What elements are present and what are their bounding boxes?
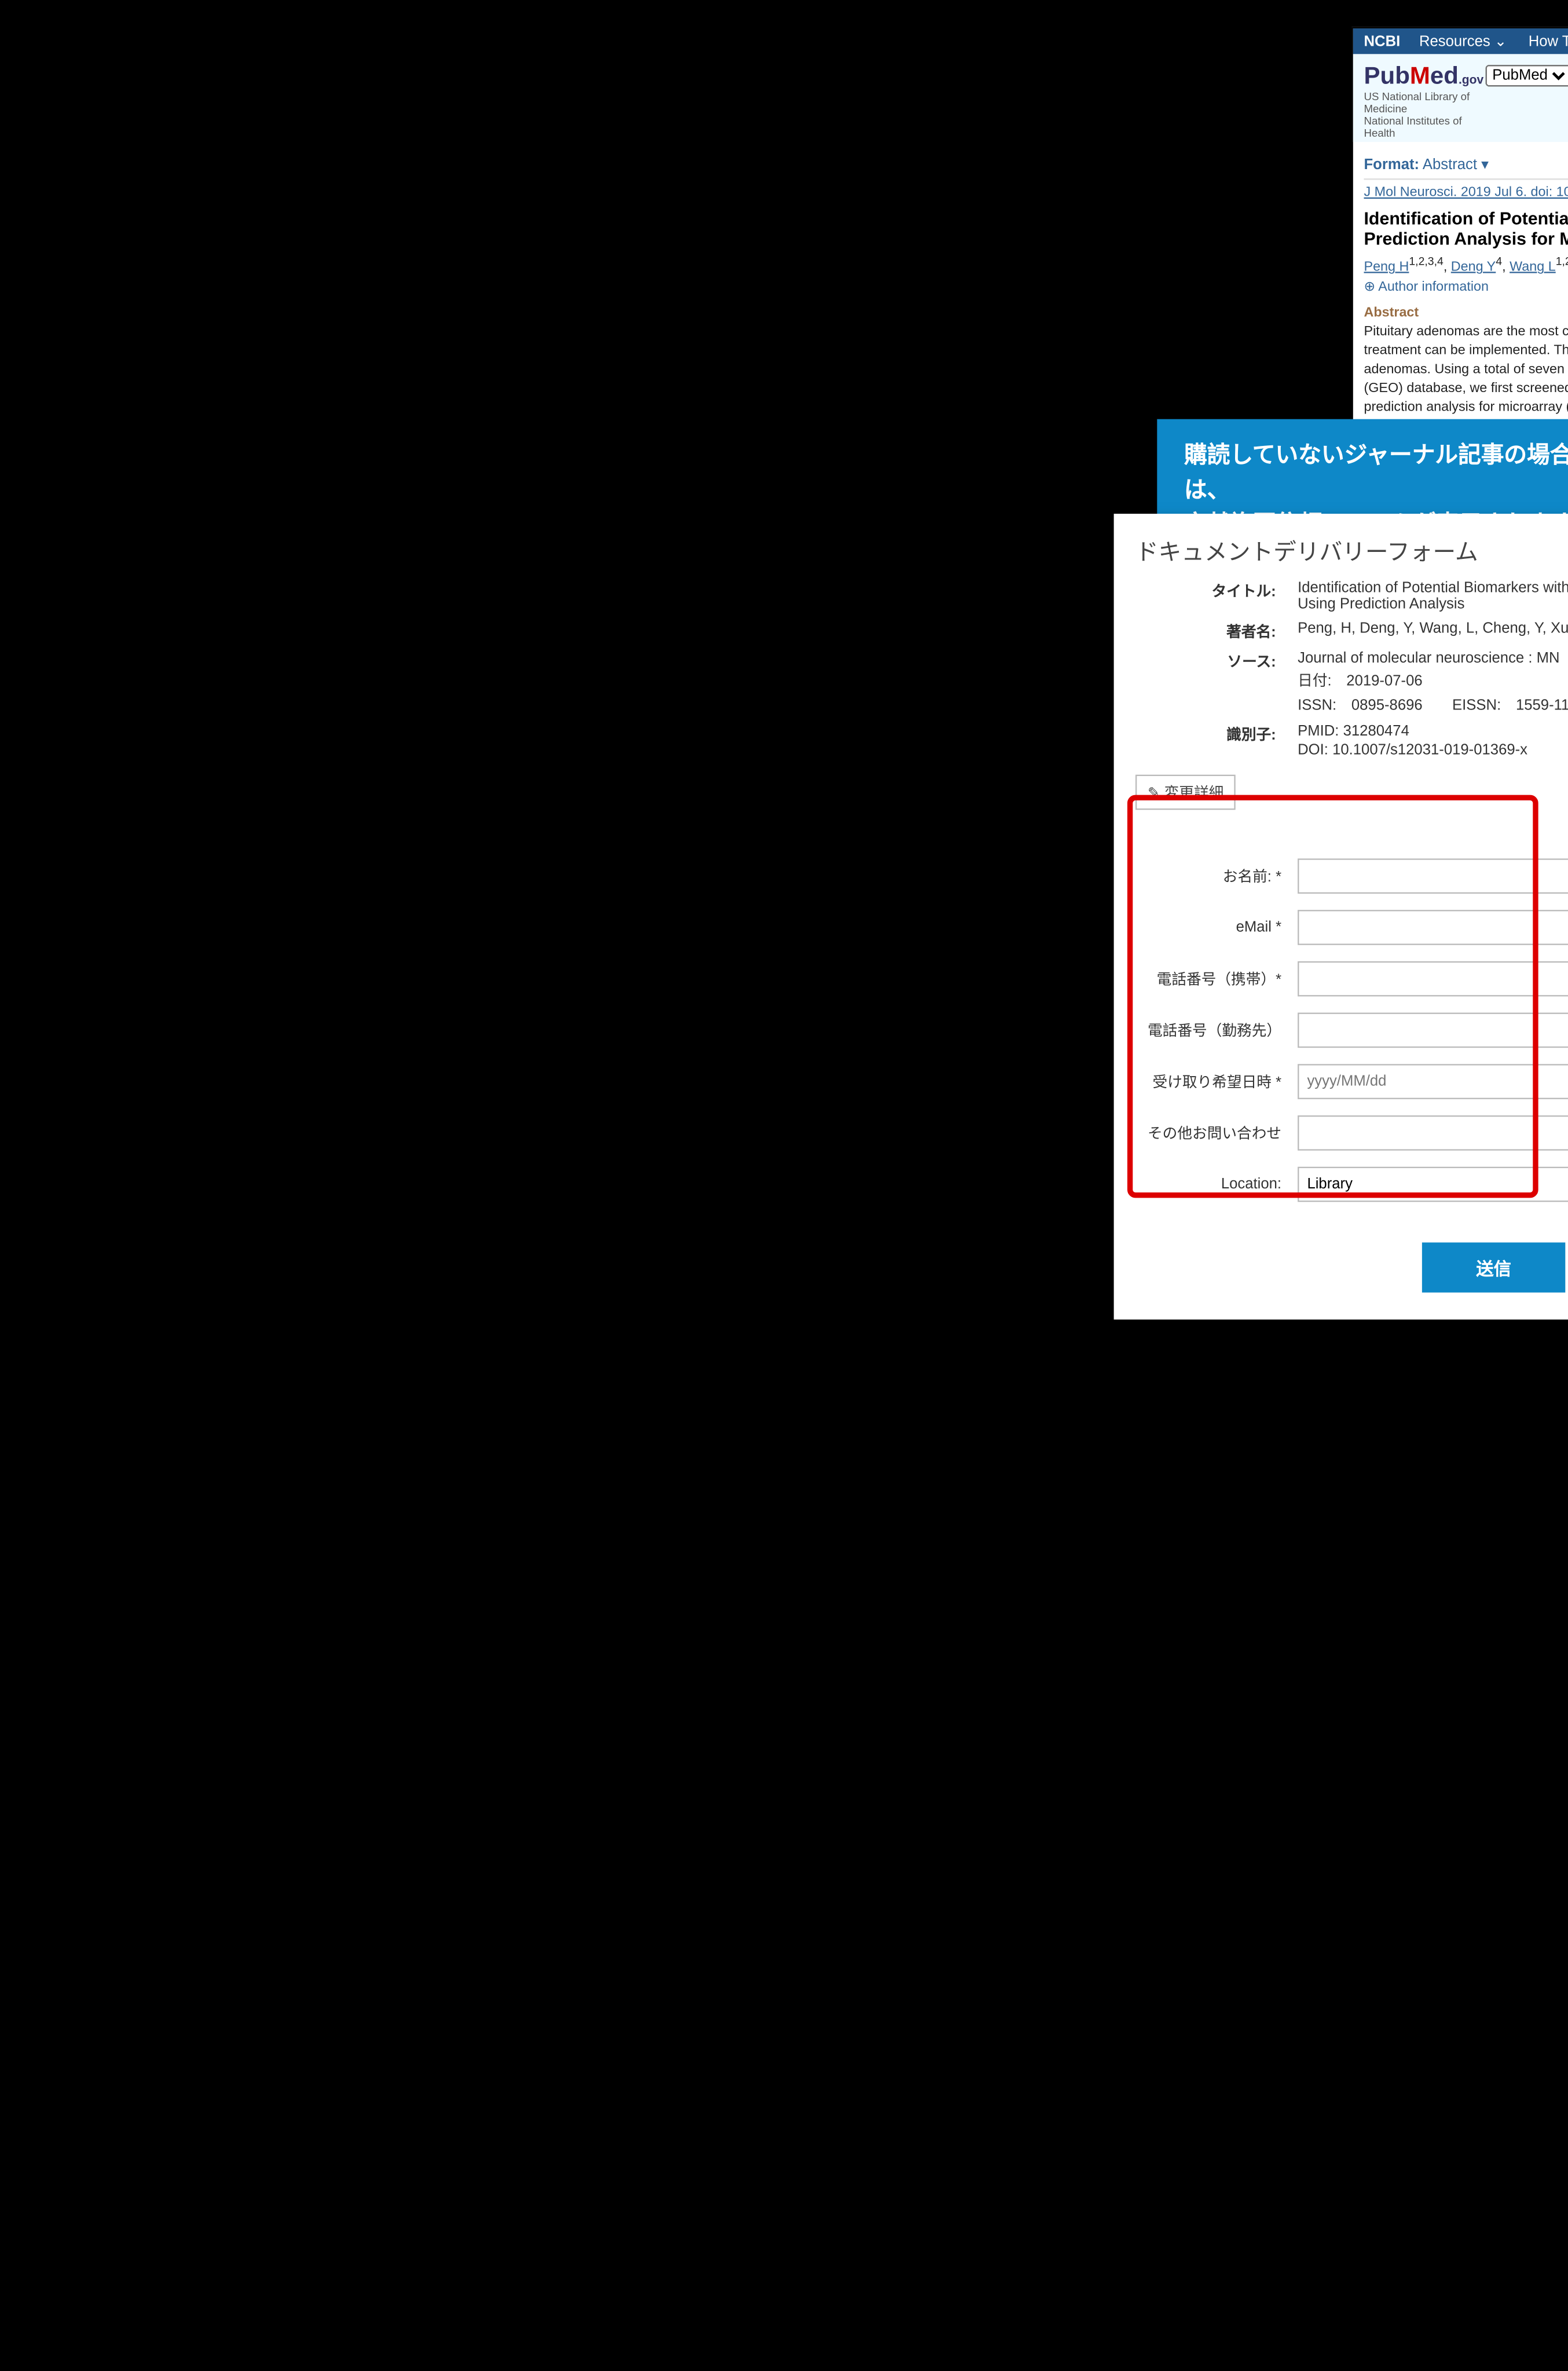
date-input[interactable]	[1298, 1064, 1568, 1099]
submit-button[interactable]: 送信	[1422, 1242, 1565, 1292]
name-input[interactable]	[1298, 858, 1568, 894]
pubmed-logo: PubMed.gov US National Library of Medici…	[1364, 62, 1485, 139]
format-select[interactable]: Abstract ▾	[1423, 157, 1489, 173]
phone-mobile-input[interactable]	[1298, 961, 1568, 997]
howto-menu[interactable]: How To ⌄	[1529, 32, 1568, 50]
article-title: Identification of Potential Biomarkers w…	[1364, 208, 1568, 249]
change-details-button[interactable]: ✎ 変更詳細	[1135, 775, 1236, 810]
form-heading: ドキュメントデリバリーフォーム	[1135, 533, 1568, 566]
resources-menu[interactable]: Resources ⌄	[1419, 32, 1507, 50]
ncbi-logo: NCBI	[1364, 33, 1400, 49]
db-select[interactable]: PubMed	[1486, 65, 1568, 86]
author-info-toggle[interactable]: ⊕ Author information	[1364, 280, 1568, 295]
location-input[interactable]	[1298, 1167, 1568, 1202]
citation: J Mol Neurosci. 2019 Jul 6. doi: 10.1007…	[1364, 185, 1568, 200]
phone-work-input[interactable]	[1298, 1013, 1568, 1048]
abstract-heading: Abstract	[1364, 306, 1568, 321]
other-input[interactable]	[1298, 1115, 1568, 1151]
email-input[interactable]	[1298, 910, 1568, 945]
delivery-form-empty: ドキュメントデリバリーフォーム タイトル:Identification of P…	[1114, 514, 1568, 1319]
format-label: Format:	[1364, 157, 1419, 173]
pubmed-topbar: NCBI Resources ⌄ How To ⌄ Sign in to NCB…	[1353, 28, 1568, 54]
authors: Peng H1,2,3,4, Deng Y4, Wang L1,2,3, Che…	[1364, 254, 1568, 275]
